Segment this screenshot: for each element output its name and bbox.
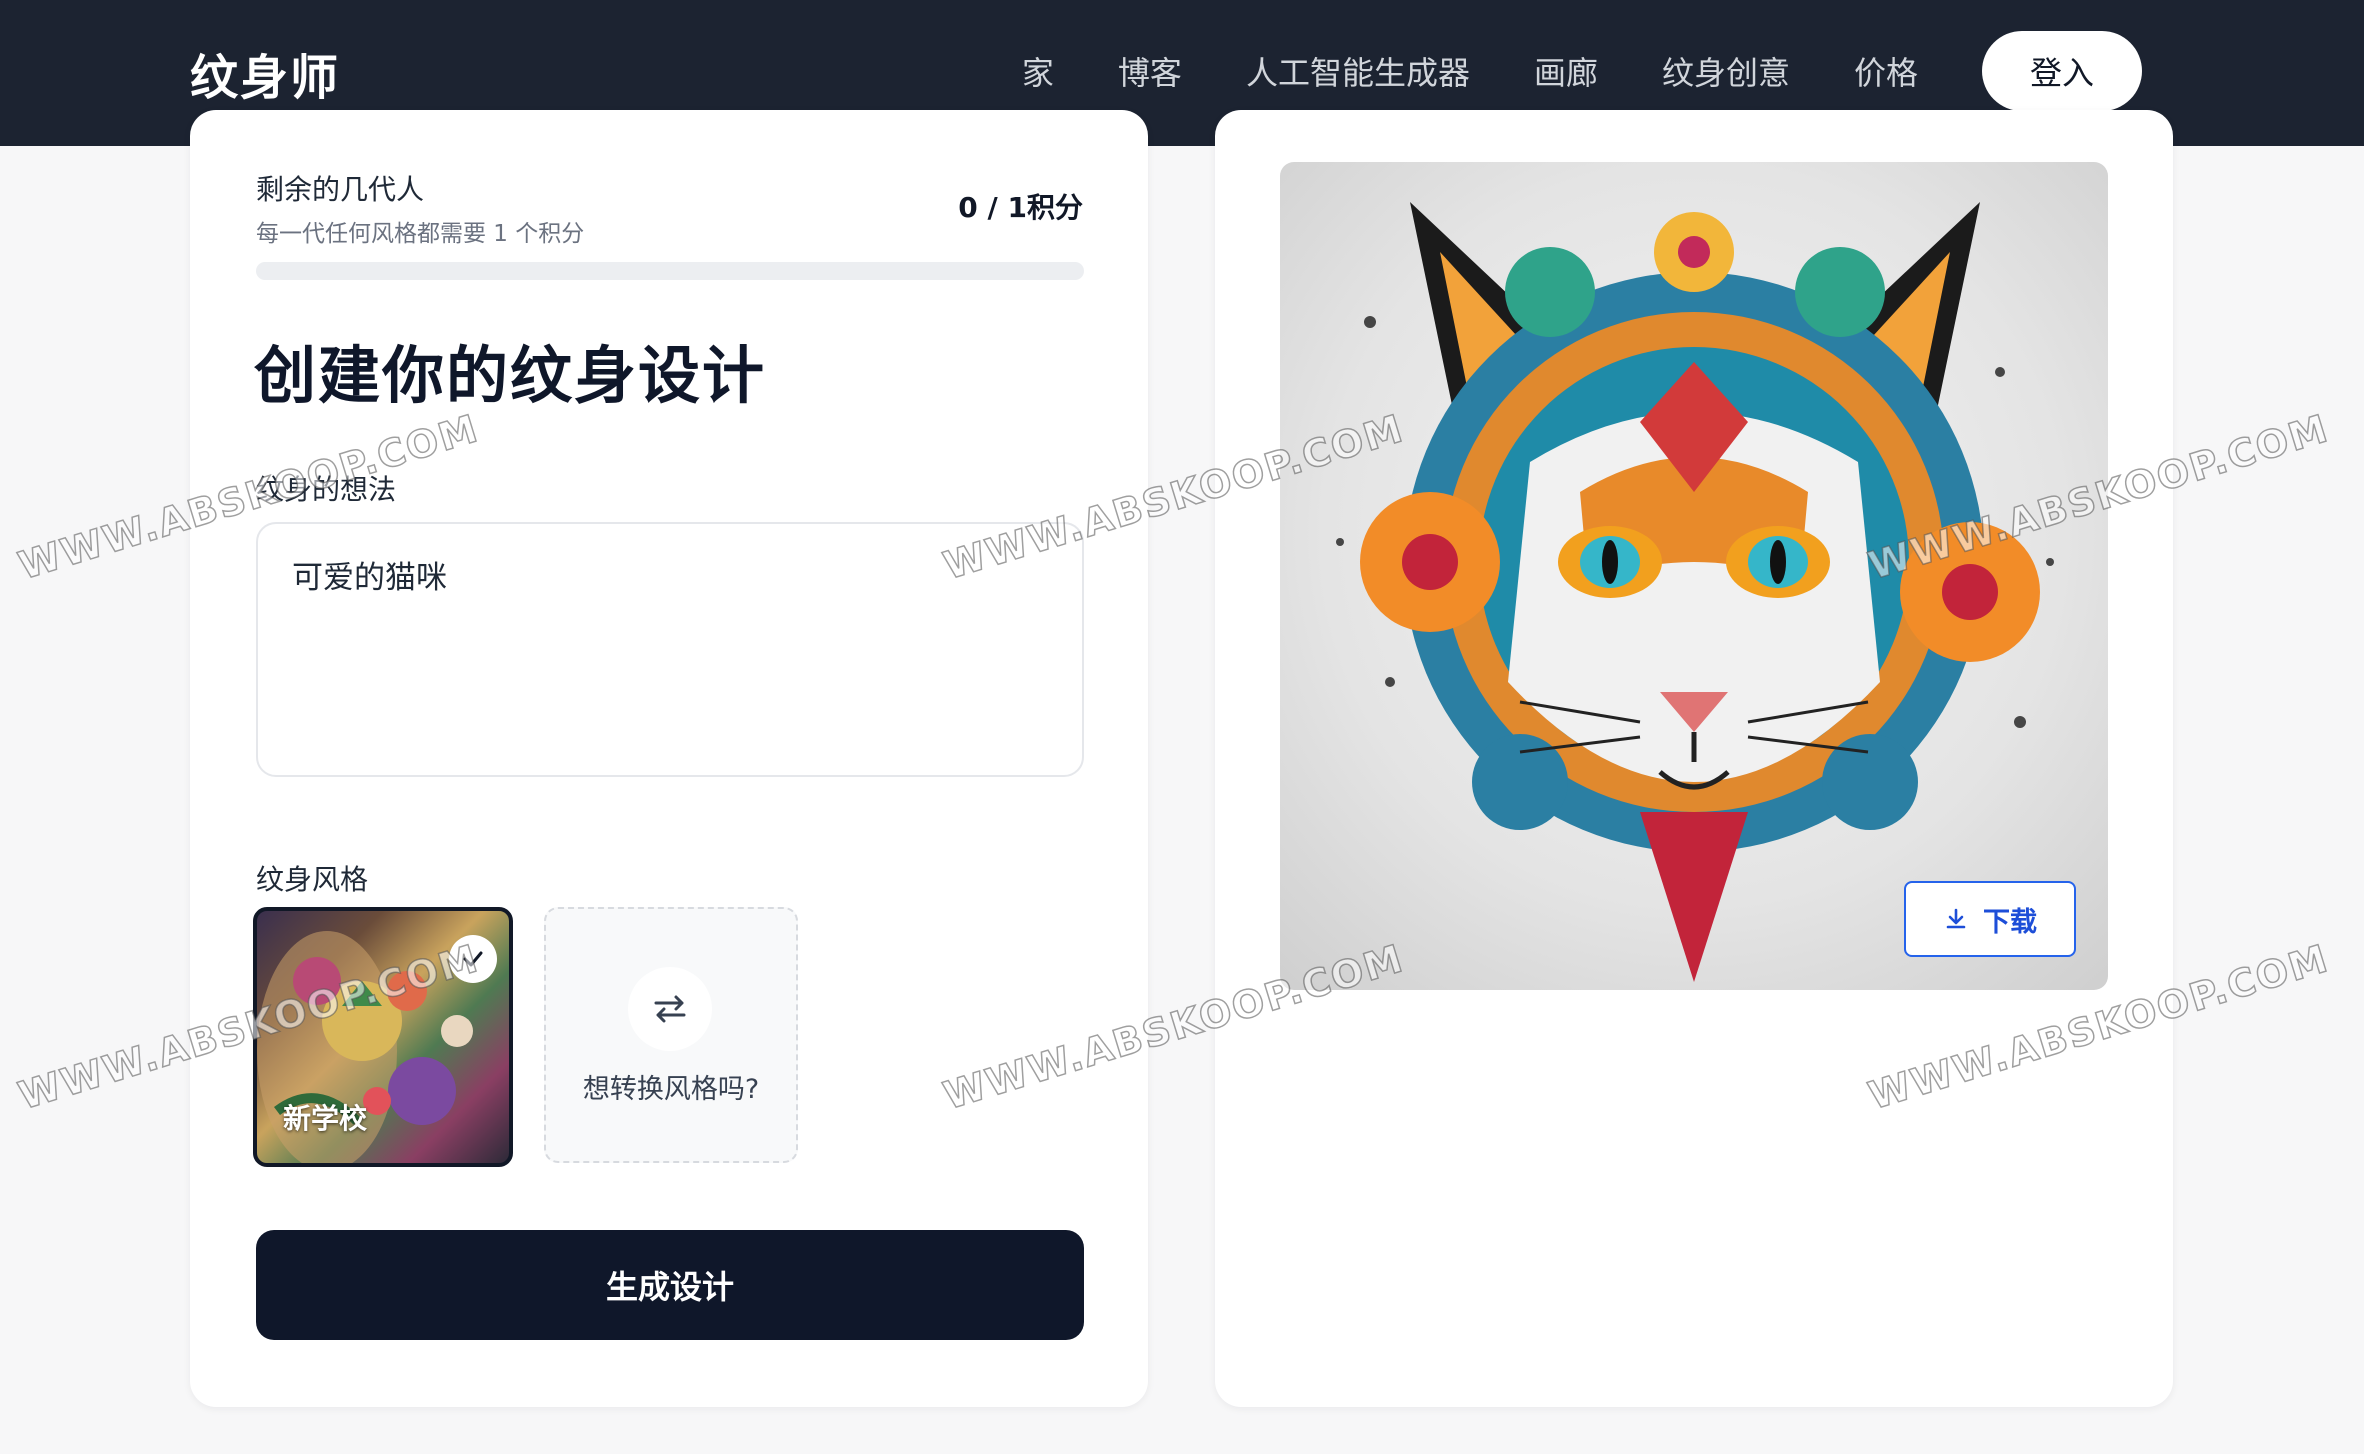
credits-progress-bar (256, 262, 1084, 280)
download-label: 下载 (1983, 906, 2037, 938)
credits-subtitle: 每一代任何风格都需要 1 个积分 (256, 221, 585, 247)
page-title: 创建你的纹身设计 (254, 339, 767, 412)
login-button[interactable]: 登入 (1982, 31, 2142, 111)
credits-title: 剩余的几代人 (256, 173, 425, 206)
cat-tattoo-illustration (1336, 202, 2054, 982)
main-nav: 家 博客 人工智能生成器 画廊 纹身创意 价格 登入 (1022, 30, 2142, 112)
nav-link-gallery[interactable]: 画廊 (1534, 48, 1598, 94)
generated-tattoo-image (1280, 162, 2108, 990)
nav-link-tattoo-ideas[interactable]: 纹身创意 (1662, 48, 1790, 94)
site-logo[interactable]: 纹身师 (190, 38, 340, 108)
credits-count: 0 / 1积分 (958, 191, 1083, 224)
switch-style-button[interactable]: 想转换风格吗? (544, 907, 798, 1163)
tattoo-idea-input[interactable]: 可爱的猫咪 (256, 522, 1084, 777)
selected-check-icon (449, 935, 497, 983)
nav-link-blog[interactable]: 博客 (1118, 48, 1182, 94)
style-option-new-school[interactable]: 新学校 (253, 907, 513, 1167)
style-option-label: 新学校 (283, 1102, 368, 1135)
switch-style-label: 想转换风格吗? (582, 1074, 760, 1105)
tattoo-idea-label: 纹身的想法 (256, 473, 397, 506)
tattoo-style-label: 纹身风格 (256, 863, 369, 896)
nav-link-home[interactable]: 家 (1022, 48, 1054, 94)
swap-arrows-icon (628, 967, 712, 1051)
nav-link-pricing[interactable]: 价格 (1854, 48, 1918, 94)
generate-design-button[interactable]: 生成设计 (256, 1230, 1084, 1340)
download-icon (1946, 908, 1966, 929)
download-button[interactable]: 下载 (1904, 881, 2076, 957)
nav-link-ai-generator[interactable]: 人工智能生成器 (1246, 48, 1470, 94)
